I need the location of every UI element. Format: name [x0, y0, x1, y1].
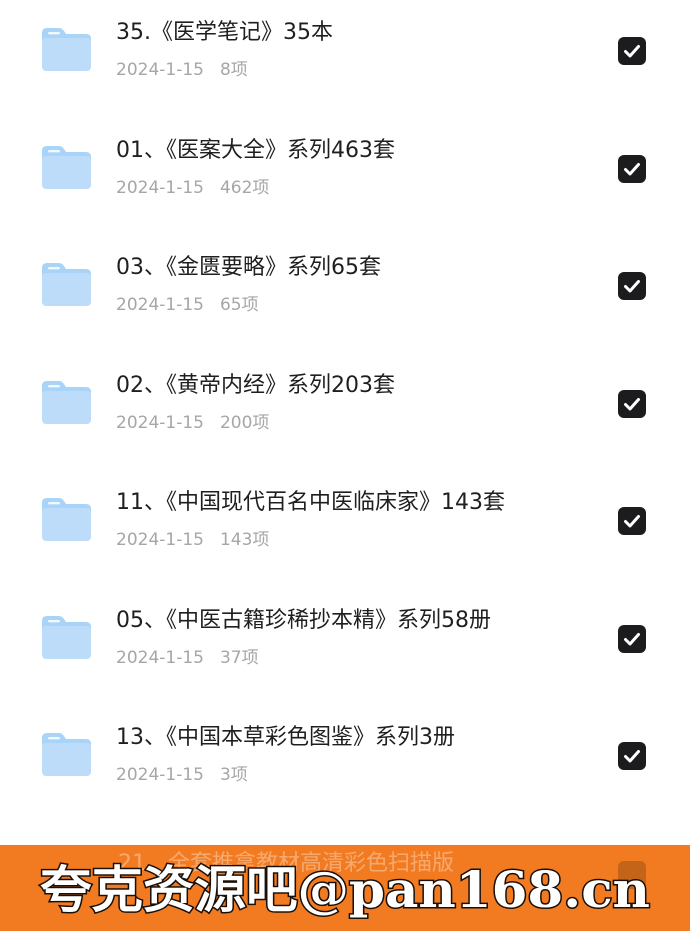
select-checkbox[interactable] [618, 37, 646, 65]
select-checkbox[interactable] [618, 624, 646, 653]
file-name: 35.《医学笔记》35本 [116, 20, 333, 45]
file-name: 11、《中国现代百名中医临床家》143套 [116, 490, 505, 515]
file-list-item[interactable]: 03、《金匮要略》系列65套 2024-1-15 65项 [0, 235, 690, 353]
file-date: 2024-1-15 [116, 177, 204, 198]
checkmark-icon [624, 750, 640, 763]
file-item-count: 143项 [219, 530, 270, 550]
select-checkbox[interactable] [618, 154, 646, 183]
file-browser-page: 35.《医学笔记》35本 2024-1-15 8项 01、《医案大全》系列463套… [0, 0, 690, 931]
file-meta: 2024-1-15 3项 [116, 763, 248, 787]
file-date: 2024-1-15 [116, 412, 204, 433]
folder-icon [40, 261, 93, 307]
file-list-item[interactable]: 35.《医学笔记》35本 2024-1-15 8项 [0, 0, 690, 118]
file-list-item[interactable]: 01、《医案大全》系列463套 2024-1-15 462项 [0, 118, 690, 236]
file-name: 13、《中国本草彩色图鉴》系列3册 [116, 725, 455, 750]
watermark-text-svg: 夸克资源吧@pan168.cn [39, 859, 652, 921]
file-list-item[interactable]: 02、《黄帝内经》系列203套 2024-1-15 200项 [0, 353, 690, 471]
folder-icon [40, 496, 93, 542]
checkmark-icon [624, 162, 640, 175]
file-list-item[interactable]: 13、《中国本草彩色图鉴》系列3册 2024-1-15 3项 [0, 705, 690, 823]
file-list-item[interactable]: 11、《中国现代百名中医临床家》143套 2024-1-15 143项 [0, 470, 690, 588]
checkmark-icon [624, 397, 640, 410]
select-checkbox[interactable] [618, 742, 646, 770]
file-name: 01、《医案大全》系列463套 [116, 137, 395, 163]
folder-icon [40, 614, 93, 660]
file-name: 02、《黄帝内经》系列203套 [116, 372, 395, 398]
folder-icon [40, 26, 93, 72]
file-item-count: 200项 [219, 412, 270, 433]
folder-icon [40, 144, 93, 190]
file-meta: 2024-1-15 37项 [116, 646, 259, 670]
file-item-count: 8项 [219, 60, 248, 80]
file-item-count: 3项 [219, 765, 248, 785]
file-meta: 2024-1-15 200项 [116, 411, 269, 435]
watermark-text: 夸克资源吧@pan168.cn [40, 860, 650, 919]
file-item-count: 37项 [219, 647, 259, 668]
file-meta: 2024-1-15 462项 [116, 176, 269, 200]
folder-icon [40, 731, 93, 777]
file-date: 2024-1-15 [116, 60, 204, 80]
select-checkbox[interactable] [618, 389, 646, 418]
file-date: 2024-1-15 [116, 295, 204, 315]
file-meta: 2024-1-15 8项 [116, 58, 248, 82]
file-list-item[interactable]: 05、《中医古籍珍稀抄本精》系列58册 2024-1-15 37项 [0, 588, 690, 706]
file-name: 03、《金匮要略》系列65套 [116, 255, 381, 280]
checkmark-icon [624, 45, 640, 58]
file-meta: 2024-1-15 65项 [116, 293, 259, 317]
watermark-banner: 21、全套推拿教材高清彩色扫描版 夸克资源吧@pan168.cn [0, 845, 690, 931]
folder-icon [40, 379, 93, 425]
checkmark-icon [624, 632, 640, 645]
checkmark-icon [624, 280, 640, 293]
select-checkbox[interactable] [618, 507, 646, 535]
file-item-count: 65项 [219, 295, 259, 315]
file-date: 2024-1-15 [116, 530, 204, 550]
file-date: 2024-1-15 [116, 765, 204, 785]
file-date: 2024-1-15 [116, 647, 204, 668]
file-name: 05、《中医古籍珍稀抄本精》系列58册 [116, 607, 491, 633]
select-checkbox[interactable] [618, 272, 646, 300]
file-meta: 2024-1-15 143项 [116, 528, 269, 552]
checkmark-icon [624, 515, 640, 528]
file-item-count: 462项 [219, 177, 270, 198]
file-list: 35.《医学笔记》35本 2024-1-15 8项 01、《医案大全》系列463套… [0, 0, 690, 823]
